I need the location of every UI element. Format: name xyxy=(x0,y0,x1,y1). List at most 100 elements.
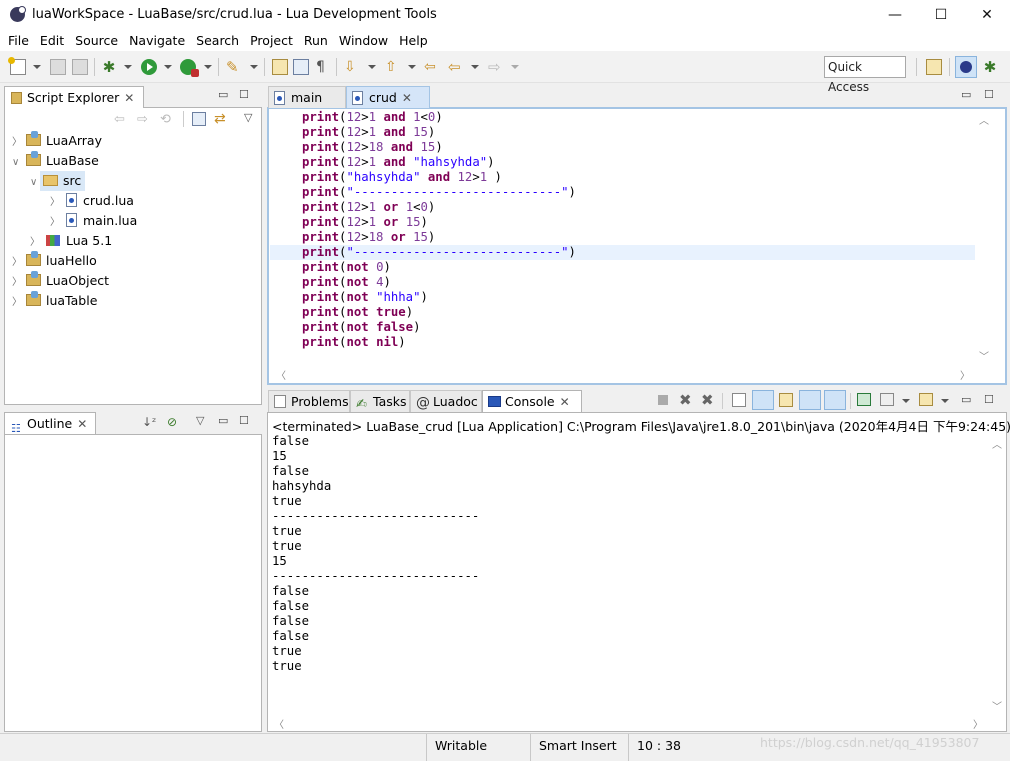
scroll-left-icon[interactable]: 〈 xyxy=(276,367,286,382)
quick-access-field[interactable]: Quick Access xyxy=(824,56,906,94)
tab-console[interactable]: Console ✕ xyxy=(482,390,582,412)
code-line[interactable]: print("----------------------------") xyxy=(302,185,576,200)
scroll-up-icon[interactable]: ︿ xyxy=(979,112,989,127)
chevron-right-icon[interactable]: 〉 xyxy=(12,253,22,273)
chevron-right-icon[interactable]: 〉 xyxy=(12,273,22,293)
console-horizontal-scrollbar[interactable]: 〈 〉 xyxy=(268,714,988,731)
pin-console-icon[interactable] xyxy=(857,393,871,406)
tab-main[interactable]: main xyxy=(268,86,346,108)
chevron-right-icon[interactable]: 〉 xyxy=(50,193,60,213)
close-icon[interactable]: ✕ xyxy=(402,91,412,105)
scroll-down-icon[interactable]: ﹀ xyxy=(992,698,1002,713)
code-line[interactable]: print(12>1 or 15) xyxy=(302,215,576,230)
remove-launch-icon[interactable]: ✖ xyxy=(679,391,692,409)
code-line[interactable]: print(not 0) xyxy=(302,260,576,275)
last-edit-icon[interactable]: ⇦ xyxy=(424,59,440,75)
build-dropdown-icon[interactable] xyxy=(250,65,258,69)
minimize-icon[interactable]: ▭ xyxy=(218,414,228,427)
tree-item-luatable[interactable]: 〉 luaTable xyxy=(12,291,97,311)
link-with-editor-icon[interactable]: ⇄ xyxy=(214,111,226,127)
scroll-lock-icon[interactable] xyxy=(752,390,774,410)
show-on-stdout-icon[interactable] xyxy=(799,390,821,410)
open-type-icon[interactable] xyxy=(272,59,288,75)
tree-item-src[interactable]: ∨ src xyxy=(30,171,86,193)
tree-item-luabase[interactable]: ∨ LuaBase xyxy=(12,151,99,171)
maximize-icon[interactable]: ☐ xyxy=(984,88,994,101)
menu-help[interactable]: Help xyxy=(391,30,434,51)
tree-item-crud-lua[interactable]: 〉 crud.lua xyxy=(50,191,134,211)
scroll-down-icon[interactable]: ﹀ xyxy=(979,348,989,363)
display-console-dropdown-icon[interactable] xyxy=(902,399,910,403)
build-icon[interactable]: ✎ xyxy=(226,59,242,75)
external-tools-icon[interactable] xyxy=(180,59,199,77)
code-line[interactable]: print(12>18 or 15) xyxy=(302,230,576,245)
menu-file[interactable]: File xyxy=(0,30,35,51)
code-line[interactable]: print(not "hhha") xyxy=(302,290,576,305)
word-wrap-icon[interactable] xyxy=(779,393,793,407)
prev-annotation-dropdown-icon[interactable] xyxy=(408,65,416,69)
tab-crud[interactable]: crud ✕ xyxy=(346,86,430,108)
menu-search[interactable]: Search xyxy=(188,30,245,51)
maximize-icon[interactable]: ☐ xyxy=(984,393,994,406)
new-icon[interactable] xyxy=(8,57,26,75)
minimize-icon[interactable]: ▭ xyxy=(961,88,971,101)
tab-problems[interactable]: Problems xyxy=(268,390,350,412)
code-line[interactable]: print(12>1 and 15) xyxy=(302,125,576,140)
code-line[interactable]: print("----------------------------") xyxy=(302,245,576,260)
sort-icon[interactable]: ↓ᶻ xyxy=(142,415,156,429)
clear-console-icon[interactable] xyxy=(732,393,746,407)
pilcrow-icon[interactable]: ¶ xyxy=(316,59,332,75)
debug-icon[interactable]: ✱ xyxy=(101,59,117,75)
code-editor[interactable]: print(12>1 and 1<0) print(12>1 and 15) pri… xyxy=(270,110,975,364)
debug-dropdown-icon[interactable] xyxy=(124,65,132,69)
tree-item-luaobject[interactable]: 〉 LuaObject xyxy=(12,271,109,291)
code-line[interactable]: print(12>1 and 1<0) xyxy=(302,110,576,125)
view-menu-icon[interactable]: ▽ xyxy=(196,414,204,427)
maximize-button[interactable]: ☐ xyxy=(918,0,964,30)
menu-edit[interactable]: Edit xyxy=(32,30,70,51)
chevron-right-icon[interactable]: 〉 xyxy=(12,293,22,313)
open-perspective-icon[interactable] xyxy=(926,59,942,75)
open-resource-icon[interactable] xyxy=(293,59,309,75)
tree-item-main-lua[interactable]: 〉 main.lua xyxy=(50,211,137,231)
chevron-down-icon[interactable]: ∨ xyxy=(30,173,40,193)
close-icon[interactable]: ✕ xyxy=(560,395,570,409)
menu-source[interactable]: Source xyxy=(67,30,124,51)
editor-horizontal-scrollbar[interactable]: 〈 〉 xyxy=(270,365,975,382)
display-console-icon[interactable] xyxy=(880,393,894,406)
back-icon[interactable]: ⇦ xyxy=(448,59,464,75)
editor-vertical-scrollbar[interactable]: ︿ ﹀ xyxy=(975,110,992,364)
run-icon[interactable] xyxy=(141,59,157,75)
chevron-right-icon[interactable]: 〉 xyxy=(50,213,60,233)
menu-window[interactable]: Window xyxy=(331,30,394,51)
close-icon[interactable]: ✕ xyxy=(124,91,134,105)
collapse-all-icon[interactable] xyxy=(192,112,206,126)
scroll-right-icon[interactable]: 〉 xyxy=(973,716,983,731)
code-lines[interactable]: print(12>1 and 1<0) print(12>1 and 15) pri… xyxy=(302,110,576,350)
open-console-icon[interactable] xyxy=(919,393,933,406)
tree-item-luahello[interactable]: 〉 luaHello xyxy=(12,251,97,271)
new-dropdown-icon[interactable] xyxy=(33,65,41,69)
code-line[interactable]: print(not true) xyxy=(302,305,576,320)
console-output[interactable]: false 15 false hahsyhda true ----------------… xyxy=(272,434,479,674)
close-window-button[interactable]: ✕ xyxy=(964,0,1010,30)
tab-tasks[interactable]: ✍ Tasks xyxy=(350,390,410,412)
scroll-left-icon[interactable]: 〈 xyxy=(274,716,284,731)
console-vertical-scrollbar[interactable]: ︿ ﹀ xyxy=(988,434,1005,714)
tree-item-lua-library[interactable]: 〉 Lua 5.1 xyxy=(30,231,112,251)
tab-script-explorer[interactable]: Script Explorer ✕ xyxy=(4,86,144,108)
external-tools-dropdown-icon[interactable] xyxy=(204,65,212,69)
debug-perspective-icon[interactable]: ✱ xyxy=(982,59,998,75)
code-line[interactable]: print(not false) xyxy=(302,320,576,335)
minimize-button[interactable]: — xyxy=(872,0,918,30)
menu-run[interactable]: Run xyxy=(296,30,334,51)
scroll-up-icon[interactable]: ︿ xyxy=(992,436,1002,451)
next-annotation-icon[interactable]: ⇩ xyxy=(344,59,360,75)
minimize-icon[interactable]: ▭ xyxy=(961,393,971,406)
lua-perspective-icon[interactable] xyxy=(955,56,977,78)
scroll-right-icon[interactable]: 〉 xyxy=(960,367,970,382)
minimize-icon[interactable]: ▭ xyxy=(218,88,228,101)
prev-annotation-icon[interactable]: ⇧ xyxy=(385,59,401,75)
view-menu-icon[interactable]: ▽ xyxy=(244,111,252,124)
code-line[interactable]: print("hahsyhda" and 12>1 ) xyxy=(302,170,576,185)
